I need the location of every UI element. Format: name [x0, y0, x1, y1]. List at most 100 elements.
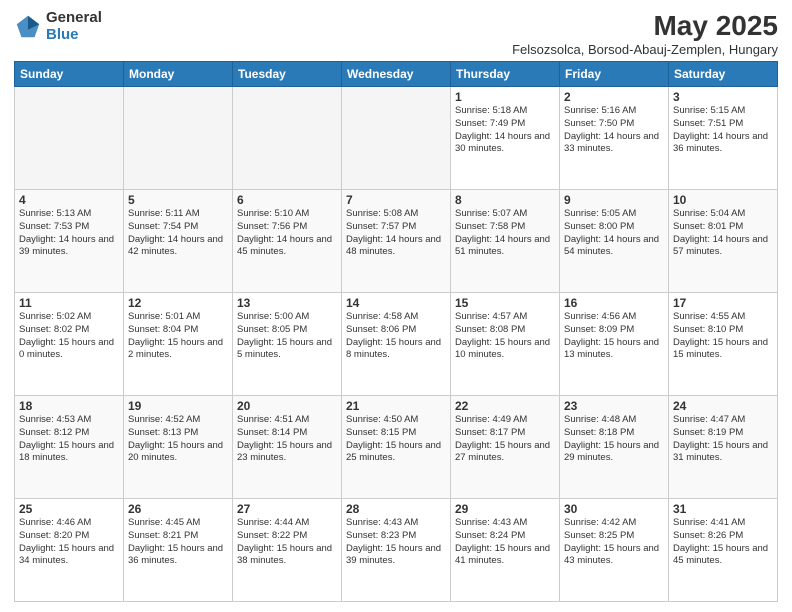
day-info: Sunrise: 4:47 AM Sunset: 8:19 PM Dayligh…	[673, 414, 773, 465]
day-cell	[233, 87, 342, 190]
day-cell: 21Sunrise: 4:50 AM Sunset: 8:15 PM Dayli…	[342, 396, 451, 499]
day-cell: 7Sunrise: 5:08 AM Sunset: 7:57 PM Daylig…	[342, 190, 451, 293]
day-number: 1	[455, 90, 555, 104]
day-info: Sunrise: 4:49 AM Sunset: 8:17 PM Dayligh…	[455, 414, 555, 465]
day-cell: 20Sunrise: 4:51 AM Sunset: 8:14 PM Dayli…	[233, 396, 342, 499]
day-cell: 22Sunrise: 4:49 AM Sunset: 8:17 PM Dayli…	[451, 396, 560, 499]
day-number: 6	[237, 193, 337, 207]
day-info: Sunrise: 4:55 AM Sunset: 8:10 PM Dayligh…	[673, 311, 773, 362]
logo-text: General Blue	[46, 10, 102, 43]
th-tuesday: Tuesday	[233, 62, 342, 87]
week-row-3: 11Sunrise: 5:02 AM Sunset: 8:02 PM Dayli…	[15, 293, 778, 396]
day-cell: 6Sunrise: 5:10 AM Sunset: 7:56 PM Daylig…	[233, 190, 342, 293]
day-number: 19	[128, 399, 228, 413]
week-row-5: 25Sunrise: 4:46 AM Sunset: 8:20 PM Dayli…	[15, 499, 778, 602]
day-info: Sunrise: 5:00 AM Sunset: 8:05 PM Dayligh…	[237, 311, 337, 362]
day-number: 18	[19, 399, 119, 413]
day-number: 24	[673, 399, 773, 413]
day-number: 20	[237, 399, 337, 413]
logo: General Blue	[14, 10, 102, 43]
day-cell: 12Sunrise: 5:01 AM Sunset: 8:04 PM Dayli…	[124, 293, 233, 396]
day-number: 13	[237, 296, 337, 310]
day-number: 22	[455, 399, 555, 413]
day-number: 3	[673, 90, 773, 104]
day-info: Sunrise: 5:18 AM Sunset: 7:49 PM Dayligh…	[455, 105, 555, 156]
day-info: Sunrise: 4:44 AM Sunset: 8:22 PM Dayligh…	[237, 517, 337, 568]
th-thursday: Thursday	[451, 62, 560, 87]
header: General Blue May 2025 Felsozsolca, Borso…	[14, 10, 778, 57]
th-sunday: Sunday	[15, 62, 124, 87]
day-number: 21	[346, 399, 446, 413]
day-info: Sunrise: 5:02 AM Sunset: 8:02 PM Dayligh…	[19, 311, 119, 362]
day-cell: 11Sunrise: 5:02 AM Sunset: 8:02 PM Dayli…	[15, 293, 124, 396]
day-info: Sunrise: 4:42 AM Sunset: 8:25 PM Dayligh…	[564, 517, 664, 568]
day-cell: 27Sunrise: 4:44 AM Sunset: 8:22 PM Dayli…	[233, 499, 342, 602]
day-number: 10	[673, 193, 773, 207]
day-cell: 2Sunrise: 5:16 AM Sunset: 7:50 PM Daylig…	[560, 87, 669, 190]
day-cell: 26Sunrise: 4:45 AM Sunset: 8:21 PM Dayli…	[124, 499, 233, 602]
calendar-header: Sunday Monday Tuesday Wednesday Thursday…	[15, 62, 778, 87]
day-info: Sunrise: 5:07 AM Sunset: 7:58 PM Dayligh…	[455, 208, 555, 259]
day-cell: 30Sunrise: 4:42 AM Sunset: 8:25 PM Dayli…	[560, 499, 669, 602]
day-cell: 13Sunrise: 5:00 AM Sunset: 8:05 PM Dayli…	[233, 293, 342, 396]
day-cell: 3Sunrise: 5:15 AM Sunset: 7:51 PM Daylig…	[669, 87, 778, 190]
day-cell: 19Sunrise: 4:52 AM Sunset: 8:13 PM Dayli…	[124, 396, 233, 499]
calendar-title: May 2025	[512, 10, 778, 42]
day-number: 26	[128, 502, 228, 516]
day-cell: 25Sunrise: 4:46 AM Sunset: 8:20 PM Dayli…	[15, 499, 124, 602]
day-info: Sunrise: 5:10 AM Sunset: 7:56 PM Dayligh…	[237, 208, 337, 259]
day-number: 15	[455, 296, 555, 310]
day-info: Sunrise: 5:04 AM Sunset: 8:01 PM Dayligh…	[673, 208, 773, 259]
day-cell: 31Sunrise: 4:41 AM Sunset: 8:26 PM Dayli…	[669, 499, 778, 602]
day-cell: 17Sunrise: 4:55 AM Sunset: 8:10 PM Dayli…	[669, 293, 778, 396]
day-cell: 9Sunrise: 5:05 AM Sunset: 8:00 PM Daylig…	[560, 190, 669, 293]
logo-icon	[14, 13, 42, 41]
header-row: Sunday Monday Tuesday Wednesday Thursday…	[15, 62, 778, 87]
day-number: 7	[346, 193, 446, 207]
day-info: Sunrise: 4:57 AM Sunset: 8:08 PM Dayligh…	[455, 311, 555, 362]
day-info: Sunrise: 4:52 AM Sunset: 8:13 PM Dayligh…	[128, 414, 228, 465]
day-info: Sunrise: 5:16 AM Sunset: 7:50 PM Dayligh…	[564, 105, 664, 156]
day-number: 11	[19, 296, 119, 310]
th-monday: Monday	[124, 62, 233, 87]
day-cell	[15, 87, 124, 190]
day-cell	[124, 87, 233, 190]
th-wednesday: Wednesday	[342, 62, 451, 87]
calendar-table: Sunday Monday Tuesday Wednesday Thursday…	[14, 61, 778, 602]
day-cell: 28Sunrise: 4:43 AM Sunset: 8:23 PM Dayli…	[342, 499, 451, 602]
week-row-2: 4Sunrise: 5:13 AM Sunset: 7:53 PM Daylig…	[15, 190, 778, 293]
day-number: 30	[564, 502, 664, 516]
day-info: Sunrise: 5:05 AM Sunset: 8:00 PM Dayligh…	[564, 208, 664, 259]
th-friday: Friday	[560, 62, 669, 87]
day-number: 14	[346, 296, 446, 310]
day-number: 2	[564, 90, 664, 104]
day-number: 28	[346, 502, 446, 516]
calendar-body: 1Sunrise: 5:18 AM Sunset: 7:49 PM Daylig…	[15, 87, 778, 602]
day-number: 5	[128, 193, 228, 207]
day-info: Sunrise: 4:50 AM Sunset: 8:15 PM Dayligh…	[346, 414, 446, 465]
day-info: Sunrise: 4:51 AM Sunset: 8:14 PM Dayligh…	[237, 414, 337, 465]
title-section: May 2025 Felsozsolca, Borsod-Abauj-Zempl…	[512, 10, 778, 57]
day-info: Sunrise: 5:01 AM Sunset: 8:04 PM Dayligh…	[128, 311, 228, 362]
day-cell: 18Sunrise: 4:53 AM Sunset: 8:12 PM Dayli…	[15, 396, 124, 499]
day-cell: 24Sunrise: 4:47 AM Sunset: 8:19 PM Dayli…	[669, 396, 778, 499]
day-number: 27	[237, 502, 337, 516]
day-cell: 10Sunrise: 5:04 AM Sunset: 8:01 PM Dayli…	[669, 190, 778, 293]
day-info: Sunrise: 4:48 AM Sunset: 8:18 PM Dayligh…	[564, 414, 664, 465]
day-cell	[342, 87, 451, 190]
day-number: 25	[19, 502, 119, 516]
day-cell: 15Sunrise: 4:57 AM Sunset: 8:08 PM Dayli…	[451, 293, 560, 396]
day-cell: 5Sunrise: 5:11 AM Sunset: 7:54 PM Daylig…	[124, 190, 233, 293]
day-info: Sunrise: 4:41 AM Sunset: 8:26 PM Dayligh…	[673, 517, 773, 568]
day-cell: 16Sunrise: 4:56 AM Sunset: 8:09 PM Dayli…	[560, 293, 669, 396]
day-cell: 29Sunrise: 4:43 AM Sunset: 8:24 PM Dayli…	[451, 499, 560, 602]
day-info: Sunrise: 5:15 AM Sunset: 7:51 PM Dayligh…	[673, 105, 773, 156]
calendar-subtitle: Felsozsolca, Borsod-Abauj-Zemplen, Hunga…	[512, 42, 778, 57]
day-info: Sunrise: 5:13 AM Sunset: 7:53 PM Dayligh…	[19, 208, 119, 259]
day-info: Sunrise: 4:43 AM Sunset: 8:23 PM Dayligh…	[346, 517, 446, 568]
day-info: Sunrise: 4:46 AM Sunset: 8:20 PM Dayligh…	[19, 517, 119, 568]
day-number: 16	[564, 296, 664, 310]
day-info: Sunrise: 4:56 AM Sunset: 8:09 PM Dayligh…	[564, 311, 664, 362]
day-info: Sunrise: 4:53 AM Sunset: 8:12 PM Dayligh…	[19, 414, 119, 465]
day-number: 4	[19, 193, 119, 207]
